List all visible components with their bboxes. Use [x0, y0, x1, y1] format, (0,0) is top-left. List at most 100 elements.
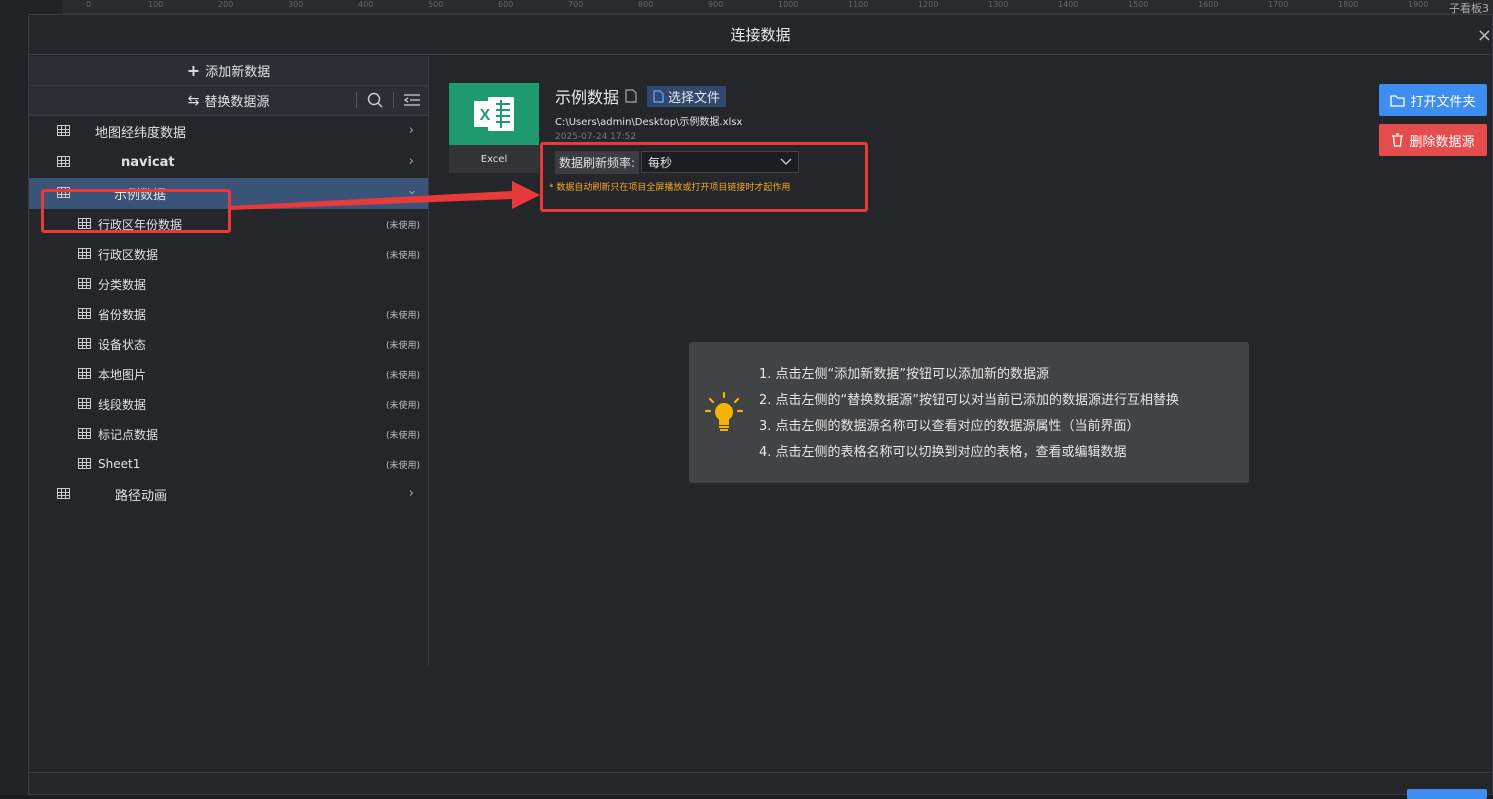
divider	[393, 92, 394, 108]
sheet-label: 行政区数据	[98, 247, 159, 262]
sheet-label: Sheet1	[98, 457, 141, 471]
sheet-item[interactable]: Sheet1 (未使用)	[29, 449, 428, 479]
tip-item: 2. 点击左侧的“替换数据源”按钮可以对当前已添加的数据源进行互相替换	[759, 393, 1180, 408]
unused-badge: (未使用)	[385, 400, 420, 411]
add-data-button[interactable]: + 添加新数据	[29, 56, 428, 86]
datasource-title: 示例数据	[555, 88, 620, 107]
table-icon	[57, 187, 70, 198]
sheet-item[interactable]: 本地图片 (未使用)	[29, 359, 428, 389]
footer-divider	[29, 772, 1492, 773]
datasource-label: navicat	[121, 155, 175, 170]
ruler-tick: 1700	[1268, 0, 1289, 9]
unused-badge: (未使用)	[385, 310, 420, 321]
sheet-item[interactable]: 行政区年份数据 (未使用)	[29, 209, 428, 239]
sheet-item[interactable]: 线段数据 (未使用)	[29, 389, 428, 419]
lightbulb-icon	[705, 392, 743, 431]
sheet-item[interactable]: 设备状态 (未使用)	[29, 329, 428, 359]
chevron-right-icon: ›	[408, 123, 414, 138]
table-icon	[78, 368, 91, 379]
table-icon	[57, 488, 70, 499]
sheet-label: 行政区年份数据	[98, 217, 183, 232]
excel-logo: X	[449, 83, 539, 145]
collapse-list-icon[interactable]	[404, 93, 420, 107]
svg-text:X: X	[480, 107, 491, 124]
ruler-tick: 1800	[1338, 0, 1359, 9]
footer-confirm-button[interactable]	[1407, 789, 1487, 799]
trash-icon	[1392, 133, 1404, 147]
refresh-frequency-select[interactable]: 每秒	[641, 151, 800, 173]
ruler-tick: 700	[568, 0, 584, 9]
table-icon	[78, 308, 91, 319]
chevron-down-icon	[780, 158, 792, 165]
file-icon	[653, 89, 664, 103]
table-icon	[78, 248, 91, 259]
refresh-frequency-row: 数据刷新频率: 每秒	[555, 150, 800, 174]
ruler-tick: 500	[428, 0, 444, 9]
connect-data-dialog: 连接数据 × + 添加新数据 ⇆ 替换数据源 地图经纬度数据 › navicat…	[28, 14, 1493, 799]
sheet-item[interactable]: 行政区数据 (未使用)	[29, 239, 428, 269]
refresh-note: * 数据自动刷新只在项目全屏播放或打开项目链接时才起作用	[549, 183, 791, 193]
dialog-title: 连接数据	[730, 26, 791, 44]
table-icon	[78, 398, 91, 409]
ruler-tick: 1200	[918, 0, 939, 9]
unused-badge: (未使用)	[385, 220, 420, 231]
sheet-label: 标记点数据	[98, 427, 159, 442]
sheet-label: 设备状态	[98, 337, 147, 352]
folder-icon	[1390, 94, 1406, 107]
chevron-right-icon: ›	[408, 154, 414, 169]
datasource-item-selected[interactable]: 示例数据 ›	[29, 178, 428, 209]
unused-badge: (未使用)	[385, 250, 420, 261]
datasource-label: 地图经纬度数据	[95, 126, 187, 141]
ruler-tick: 400	[358, 0, 374, 9]
excel-file-card: X Excel	[449, 83, 539, 173]
table-icon	[57, 156, 70, 167]
ruler-tick: 100	[148, 0, 164, 9]
swap-row: ⇆ 替换数据源	[29, 86, 428, 116]
sheet-item[interactable]: 分类数据	[29, 269, 428, 299]
table-icon	[78, 278, 91, 289]
datasource-item[interactable]: 地图经纬度数据 ›	[29, 116, 428, 147]
datasource-detail-panel: X Excel 示例数据 选择文件 C:\Users\admin\Desktop…	[430, 56, 1492, 776]
search-icon[interactable]	[367, 92, 383, 108]
ruler-tick: 1400	[1058, 0, 1079, 9]
excel-icon: X	[474, 97, 514, 131]
datasource-item[interactable]: 路径动画 ›	[29, 479, 428, 510]
sheet-label: 省份数据	[98, 307, 147, 322]
choose-file-button[interactable]: 选择文件	[647, 85, 727, 107]
tips-list: 1. 点击左侧“添加新数据”按钮可以添加新的数据源 2. 点击左侧的“替换数据源…	[759, 362, 1179, 466]
open-folder-label: 打开文件夹	[1410, 94, 1476, 110]
ruler-tick: 600	[498, 0, 514, 9]
ruler-tick: 900	[708, 0, 724, 9]
ruler-tick: 1000	[778, 0, 799, 9]
table-icon	[78, 338, 91, 349]
dialog-header: 连接数据 ×	[29, 15, 1492, 55]
swap-datasource-button[interactable]: ⇆ 替换数据源	[187, 91, 270, 111]
delete-datasource-button[interactable]: 删除数据源	[1379, 124, 1487, 156]
ruler-tick: 1500	[1128, 0, 1149, 9]
file-date: 2025-07-24 17:52	[555, 132, 637, 142]
swap-datasource-label: 替换数据源	[204, 95, 270, 110]
refresh-frequency-value: 每秒	[648, 155, 673, 170]
rename-file-icon[interactable]	[625, 89, 637, 103]
ruler-tick: 1900	[1408, 0, 1429, 9]
sheet-label: 线段数据	[98, 397, 147, 412]
open-folder-button[interactable]: 打开文件夹	[1379, 84, 1487, 116]
chevron-right-icon: ›	[408, 486, 414, 501]
ruler-tick: 1300	[988, 0, 1009, 9]
excel-label: Excel	[480, 153, 508, 165]
datasource-sidebar: + 添加新数据 ⇆ 替换数据源 地图经纬度数据 › navicat › 示例数据…	[29, 56, 429, 666]
datasource-item[interactable]: navicat ›	[29, 147, 428, 178]
unused-badge: (未使用)	[385, 430, 420, 441]
close-icon[interactable]: ×	[1477, 25, 1492, 46]
ruler-tick: 800	[638, 0, 654, 9]
sheet-item[interactable]: 省份数据 (未使用)	[29, 299, 428, 329]
swap-icon: ⇆	[187, 92, 200, 109]
ruler-tick: 1100	[848, 0, 869, 9]
table-icon	[57, 125, 70, 136]
ruler-tick: 300	[288, 0, 304, 9]
sidebar-tools	[356, 92, 420, 108]
unused-badge: (未使用)	[385, 460, 420, 471]
add-data-label: 添加新数据	[205, 65, 271, 80]
sheet-item[interactable]: 标记点数据 (未使用)	[29, 419, 428, 449]
datasource-title-row: 示例数据 选择文件	[555, 84, 727, 108]
